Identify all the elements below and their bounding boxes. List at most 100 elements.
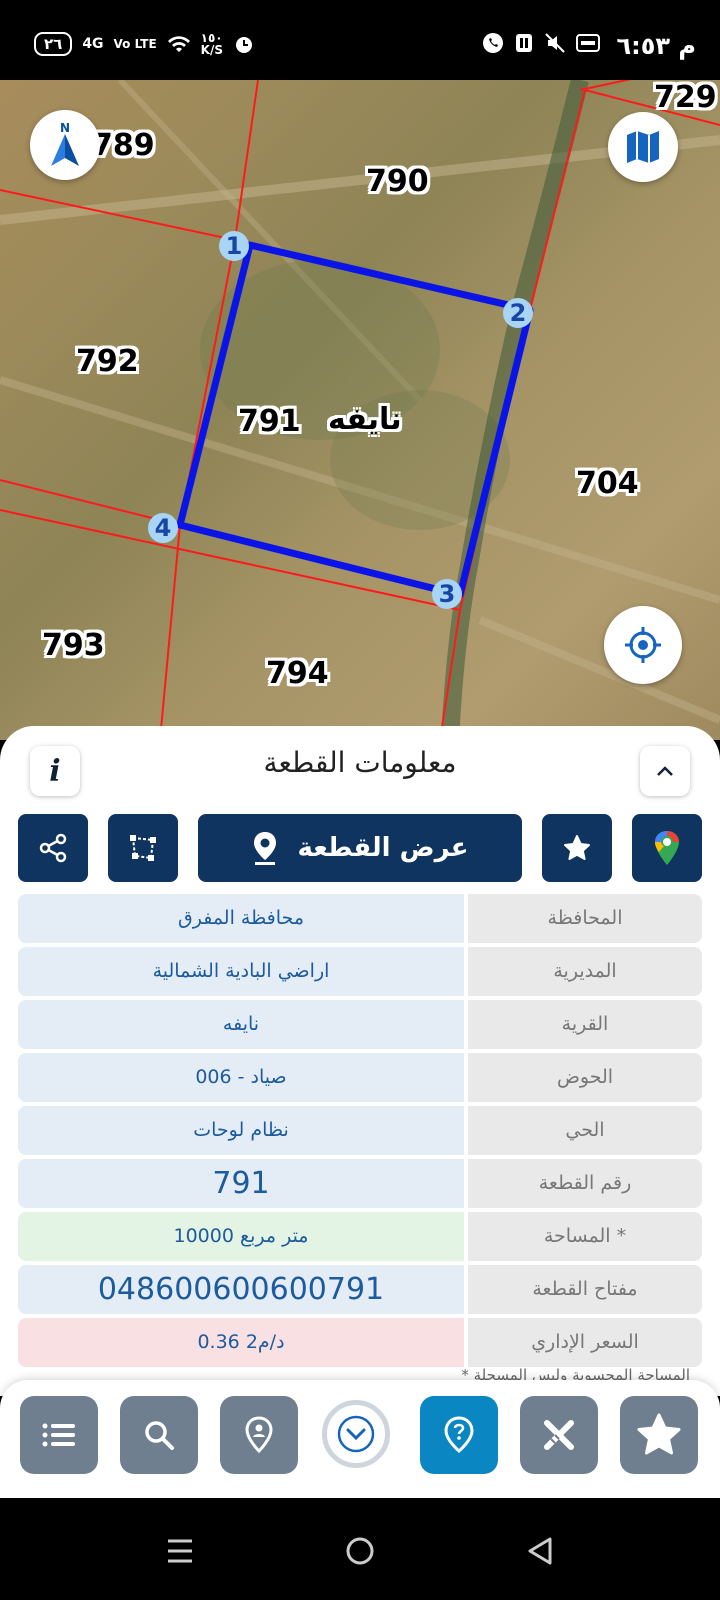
speed-unit: K/S xyxy=(200,43,223,57)
recent-apps-button[interactable] xyxy=(155,1526,205,1576)
share-button[interactable] xyxy=(18,814,88,882)
location-pin-icon xyxy=(254,832,277,865)
neighborhood-label: الحي xyxy=(468,1106,702,1155)
mute-icon xyxy=(545,33,565,53)
status-left: ٢٦ 4G Vo LTE ١٥٠ K/S xyxy=(34,32,255,56)
volte-label: Vo LTE xyxy=(113,37,157,51)
compass-button[interactable]: N xyxy=(30,110,100,180)
clock-ampm: م xyxy=(678,32,696,60)
parcel-info-panel: i معلومات القطعة عرض القطعة محافظة المفر… xyxy=(0,726,720,1396)
panel-title: معلومات القطعة xyxy=(263,746,457,779)
north-arrow-icon: N xyxy=(51,121,79,166)
speed-value: ١٥٠ K/S xyxy=(201,32,223,56)
vertex-marker-2: 2 xyxy=(503,298,533,328)
village-label: نايفه xyxy=(328,402,402,437)
status-bar: ٢٦ 4G Vo LTE ١٥٠ K/S م ٦:٥٣ xyxy=(0,0,720,80)
clock: م ٦:٥٣ xyxy=(617,32,697,60)
network-type: 4G xyxy=(82,36,104,52)
system-nav-bar xyxy=(0,1498,720,1600)
search-icon xyxy=(145,1421,174,1450)
governorate-value: محافظة المفرق xyxy=(18,894,464,943)
parcel-key-label: مفتاح القطعة xyxy=(468,1265,702,1314)
parcel-details-table: محافظة المفرق المحافظة اراضي البادية الش… xyxy=(18,894,702,1371)
show-parcel-button[interactable]: عرض القطعة xyxy=(198,814,522,882)
show-parcel-label: عرض القطعة xyxy=(297,833,469,863)
vertex-marker-3: 3 xyxy=(432,579,462,609)
parcel-key-value[interactable]: 048600600600791 xyxy=(18,1265,464,1314)
bottom-toolbar xyxy=(0,1380,720,1498)
table-row: نايفه القرية xyxy=(18,1000,702,1049)
basin-value: صياد - 006 xyxy=(18,1053,464,1102)
parcel-label-729: 729 xyxy=(654,80,717,115)
help-button[interactable] xyxy=(420,1396,498,1474)
google-maps-icon xyxy=(655,831,679,865)
compass-letter: N xyxy=(60,121,70,135)
table-row: محافظة المفرق المحافظة xyxy=(18,894,702,943)
table-row: 791 رقم القطعة xyxy=(18,1159,702,1208)
parcel-label-793: 793 xyxy=(42,628,105,663)
home-button[interactable] xyxy=(335,1526,385,1576)
neighborhood-value: نظام لوحات xyxy=(18,1106,464,1155)
share-icon xyxy=(39,833,67,863)
status-notifications xyxy=(482,32,600,54)
area-label: المساحة * xyxy=(468,1212,702,1261)
table-row: اراضي البادية الشمالية المديرية xyxy=(18,947,702,996)
table-row: 10000 متر مربع المساحة * xyxy=(18,1212,702,1261)
village-value: نايفه xyxy=(18,1000,464,1049)
draw-polygon-button[interactable] xyxy=(108,814,178,882)
admin-price-value: 0.36 د/م2 xyxy=(18,1318,464,1367)
favorite-button[interactable] xyxy=(542,814,612,882)
star-icon xyxy=(637,1413,681,1455)
parcel-label-791: 791 xyxy=(238,404,301,439)
vertex-marker-4: 4 xyxy=(148,513,178,543)
map-icon xyxy=(627,131,659,163)
search-button[interactable] xyxy=(120,1396,198,1474)
whatsapp-icon xyxy=(483,33,503,53)
person-pin-icon xyxy=(245,1416,273,1454)
clock-time: ٦:٥٣ xyxy=(616,32,671,60)
app-notification-icon xyxy=(516,34,532,52)
battery-indicator: ٢٦ xyxy=(34,32,73,56)
parcel-label-794: 794 xyxy=(266,656,329,691)
table-row: 048600600600791 مفتاح القطعة xyxy=(18,1265,702,1314)
directorate-label: المديرية xyxy=(468,947,702,996)
home-circle-icon xyxy=(346,1537,374,1565)
my-location-button[interactable] xyxy=(604,606,682,684)
chevron-up-icon xyxy=(657,766,673,776)
google-maps-button[interactable] xyxy=(632,814,702,882)
measure-tools-button[interactable] xyxy=(520,1396,598,1474)
help-pin-icon xyxy=(444,1416,474,1453)
area-value: 10000 متر مربع xyxy=(18,1212,464,1261)
alarm-icon xyxy=(235,37,252,53)
parcel-label-789: 789 xyxy=(92,128,155,163)
parcel-label-790: 790 xyxy=(366,164,429,199)
governorate-label: المحافظة xyxy=(468,894,702,943)
wifi-icon xyxy=(167,36,190,52)
table-row: صياد - 006 الحوض xyxy=(18,1053,702,1102)
village-label-cell: القرية xyxy=(468,1000,702,1049)
back-button[interactable] xyxy=(515,1526,565,1576)
location-person-button[interactable] xyxy=(220,1396,298,1474)
basin-label: الحوض xyxy=(468,1053,702,1102)
parcel-label-704: 704 xyxy=(576,466,639,501)
parcel-number-value: 791 xyxy=(18,1159,464,1208)
polygon-icon xyxy=(130,835,156,861)
list-button[interactable] xyxy=(20,1396,98,1474)
parcel-number-label: رقم القطعة xyxy=(468,1159,702,1208)
parcel-label-792: 792 xyxy=(76,344,139,379)
chevron-down-icon xyxy=(337,1415,375,1453)
table-row: نظام لوحات الحي xyxy=(18,1106,702,1155)
map-view[interactable]: 789 790 729 792 791 نايفه 704 793 794 1 … xyxy=(0,80,720,740)
back-triangle-icon xyxy=(528,1537,552,1565)
list-icon xyxy=(42,1423,75,1447)
collapse-button[interactable] xyxy=(640,746,690,796)
favorites-button[interactable] xyxy=(620,1396,698,1474)
map-layers-button[interactable] xyxy=(608,112,678,182)
temu-icon xyxy=(576,34,600,52)
crosshair-icon xyxy=(625,627,661,663)
admin-price-label: السعر الإداري xyxy=(468,1318,702,1367)
expand-toggle-button[interactable] xyxy=(322,1400,390,1468)
menu-lines-icon xyxy=(168,1539,192,1563)
directorate-value: اراضي البادية الشمالية xyxy=(18,947,464,996)
table-row: 0.36 د/م2 السعر الإداري xyxy=(18,1318,702,1367)
